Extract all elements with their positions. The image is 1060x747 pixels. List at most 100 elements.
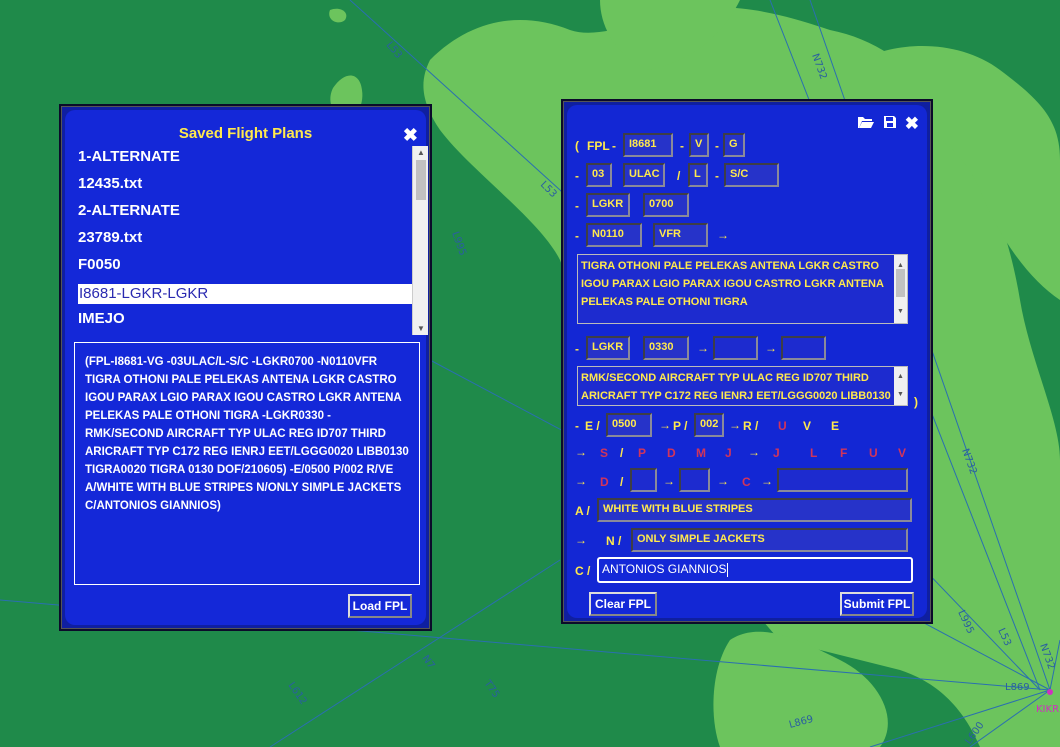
alternate-1-field[interactable]	[713, 336, 758, 360]
route-scrollbar[interactable]: ▲ ▼	[894, 255, 907, 323]
list-item[interactable]: 2-ALTERNATE	[78, 200, 428, 227]
arrow: →	[729, 418, 741, 432]
survival-option-s[interactable]: S	[600, 446, 608, 460]
wake-field[interactable]: L	[688, 163, 708, 187]
scroll-up-icon[interactable]: ▲	[894, 368, 907, 386]
scroll-down-icon[interactable]: ▼	[894, 303, 907, 321]
arrow: →	[765, 341, 777, 355]
list-item[interactable]: IMEJO	[78, 308, 428, 335]
close-icon[interactable]: ✖	[905, 115, 919, 132]
jacket-option-j[interactable]: J	[773, 446, 780, 460]
persons-label: P /	[673, 419, 688, 433]
radio-option-e[interactable]: E	[831, 419, 839, 433]
arrow: →	[717, 474, 729, 488]
panel-title: Saved Flight Plans	[178, 125, 313, 142]
arrow: →	[575, 445, 587, 459]
dinghies-number-field[interactable]	[630, 468, 657, 492]
flight-plan-form-panel: ✖ ( FPL - I8681 - V - G - 03 ULAC / L - …	[561, 99, 933, 624]
dash: -	[575, 199, 579, 213]
survival-option-j[interactable]: J	[725, 446, 732, 460]
list-item[interactable]: 12435.txt	[78, 173, 428, 200]
number-field[interactable]: 03	[586, 163, 612, 187]
saved-file-list[interactable]: 1-ALTERNATE 12435.txt 2-ALTERNATE 23789.…	[78, 146, 428, 335]
departure-aerodrome-field[interactable]: LGKR	[586, 193, 630, 217]
survival-option-m[interactable]: M	[696, 446, 706, 460]
equipment-field[interactable]: S/C	[724, 163, 779, 187]
endurance-label: E /	[585, 419, 600, 433]
list-item[interactable]: 1-ALTERNATE	[78, 146, 428, 173]
scroll-thumb[interactable]	[896, 269, 905, 297]
alternate-2-field[interactable]	[781, 336, 826, 360]
flight-type-field[interactable]: G	[723, 133, 745, 157]
radio-label: R /	[743, 419, 759, 433]
jacket-option-l[interactable]: L	[810, 446, 817, 460]
list-item[interactable]: F0050	[78, 254, 428, 281]
close-paren: )	[914, 395, 918, 409]
survival-option-p[interactable]: P	[638, 446, 646, 460]
endurance-field[interactable]: 0500	[606, 413, 652, 437]
radio-option-u[interactable]: U	[778, 419, 787, 433]
list-scrollbar[interactable]: ▲ ▼	[412, 146, 428, 335]
radio-option-v[interactable]: V	[803, 419, 811, 433]
dash: -	[575, 342, 579, 356]
other-info-scrollbar[interactable]: ▲ ▼	[894, 367, 907, 405]
saved-flight-plans-panel: Saved Flight Plans ✖ 1-ALTERNATE 12435.t…	[59, 104, 432, 631]
dinghies-option-d[interactable]: D	[600, 475, 609, 489]
aircraft-colour-field[interactable]: WHITE WITH BLUE STRIPES	[597, 498, 912, 522]
clear-fpl-button[interactable]: Clear FPL	[589, 592, 657, 616]
list-item-selected[interactable]: I8681-LGKR-LGKR	[78, 284, 412, 304]
pilot-label: C /	[575, 564, 591, 578]
speed-field[interactable]: N0110	[586, 223, 642, 247]
eet-field[interactable]: 0330	[643, 336, 689, 360]
route-text: TIGRA OTHONI PALE PELEKAS ANTENA LGKR CA…	[581, 260, 884, 308]
open-paren: (	[575, 139, 579, 153]
persons-field[interactable]: 002	[694, 413, 724, 437]
save-icon[interactable]	[883, 115, 897, 133]
form-toolbar: ✖	[857, 115, 919, 133]
close-icon[interactable]: ✖	[403, 126, 418, 144]
waypoint-marker	[1047, 689, 1053, 695]
list-item[interactable]: 23789.txt	[78, 227, 428, 254]
remarks-field[interactable]: ONLY SIMPLE JACKETS	[631, 528, 908, 552]
jacket-option-f[interactable]: F	[840, 446, 847, 460]
remarks-label: N /	[606, 534, 622, 548]
scroll-down-icon[interactable]: ▼	[413, 324, 428, 333]
aircraft-colour-label: A /	[575, 504, 590, 518]
jacket-option-v[interactable]: V	[898, 446, 906, 460]
slash: /	[677, 169, 681, 183]
flight-rules-field[interactable]: V	[689, 133, 709, 157]
route-textarea[interactable]: TIGRA OTHONI PALE PELEKAS ANTENA LGKR CA…	[577, 254, 908, 324]
survival-option-d[interactable]: D	[667, 446, 676, 460]
dash: -	[575, 169, 579, 183]
callsign-field[interactable]: I8681	[623, 133, 673, 157]
saved-panel-body: Saved Flight Plans ✖ 1-ALTERNATE 12435.t…	[65, 110, 428, 625]
dash: -	[715, 169, 719, 183]
dinghies-capacity-field[interactable]	[679, 468, 710, 492]
dinghies-option-c[interactable]: C	[742, 475, 751, 489]
dash: -	[680, 139, 684, 153]
destination-aerodrome-field[interactable]: LGKR	[586, 336, 630, 360]
arrow: →	[761, 474, 773, 488]
dash: -	[575, 419, 579, 433]
fpl-preview-text[interactable]: (FPL-I8681-VG -03ULAC/L-S/C -LGKR0700 -N…	[74, 342, 420, 585]
folder-open-icon[interactable]	[857, 115, 875, 133]
scroll-up-icon[interactable]: ▲	[413, 148, 428, 157]
level-field[interactable]: VFR	[653, 223, 708, 247]
dinghies-colour-field[interactable]	[777, 468, 908, 492]
load-fpl-button[interactable]: Load FPL	[348, 594, 412, 618]
scroll-down-icon[interactable]: ▼	[894, 386, 907, 404]
dash: -	[715, 139, 719, 153]
pilot-in-command-field[interactable]: ANTONIOS GIANNIOS	[597, 557, 913, 583]
dash: -	[575, 229, 579, 243]
form-body: ✖ ( FPL - I8681 - V - G - 03 ULAC / L - …	[567, 105, 927, 618]
aircraft-type-field[interactable]: ULAC	[623, 163, 665, 187]
text-cursor	[727, 562, 729, 577]
arrow: →	[748, 445, 760, 459]
scroll-thumb[interactable]	[416, 160, 426, 200]
arrow: →	[717, 228, 729, 242]
submit-fpl-button[interactable]: Submit FPL	[840, 592, 914, 616]
jacket-option-u[interactable]: U	[869, 446, 878, 460]
dash: -	[612, 139, 616, 153]
departure-time-field[interactable]: 0700	[643, 193, 689, 217]
other-info-textarea[interactable]: RMK/SECOND AIRCRAFT TYP ULAC REG ID707 T…	[577, 366, 908, 406]
